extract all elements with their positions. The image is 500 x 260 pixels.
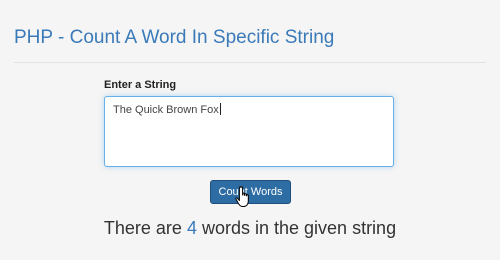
result-prefix: There are	[103, 218, 182, 238]
word-count-value: 4	[186, 218, 197, 238]
result-suffix: words in the given string	[201, 218, 397, 238]
string-field-label: Enter a String	[104, 79, 177, 91]
string-input-value: The Quick Brown Fox	[113, 104, 219, 116]
string-input[interactable]: The Quick Brown Fox	[104, 96, 394, 167]
text-caret	[219, 103, 221, 115]
title-divider	[14, 62, 486, 63]
word-count-result: There are 4 words in the given string	[0, 218, 500, 239]
page-title: PHP - Count A Word In Specific String	[14, 27, 335, 48]
hand-pointer-icon	[235, 186, 249, 207]
